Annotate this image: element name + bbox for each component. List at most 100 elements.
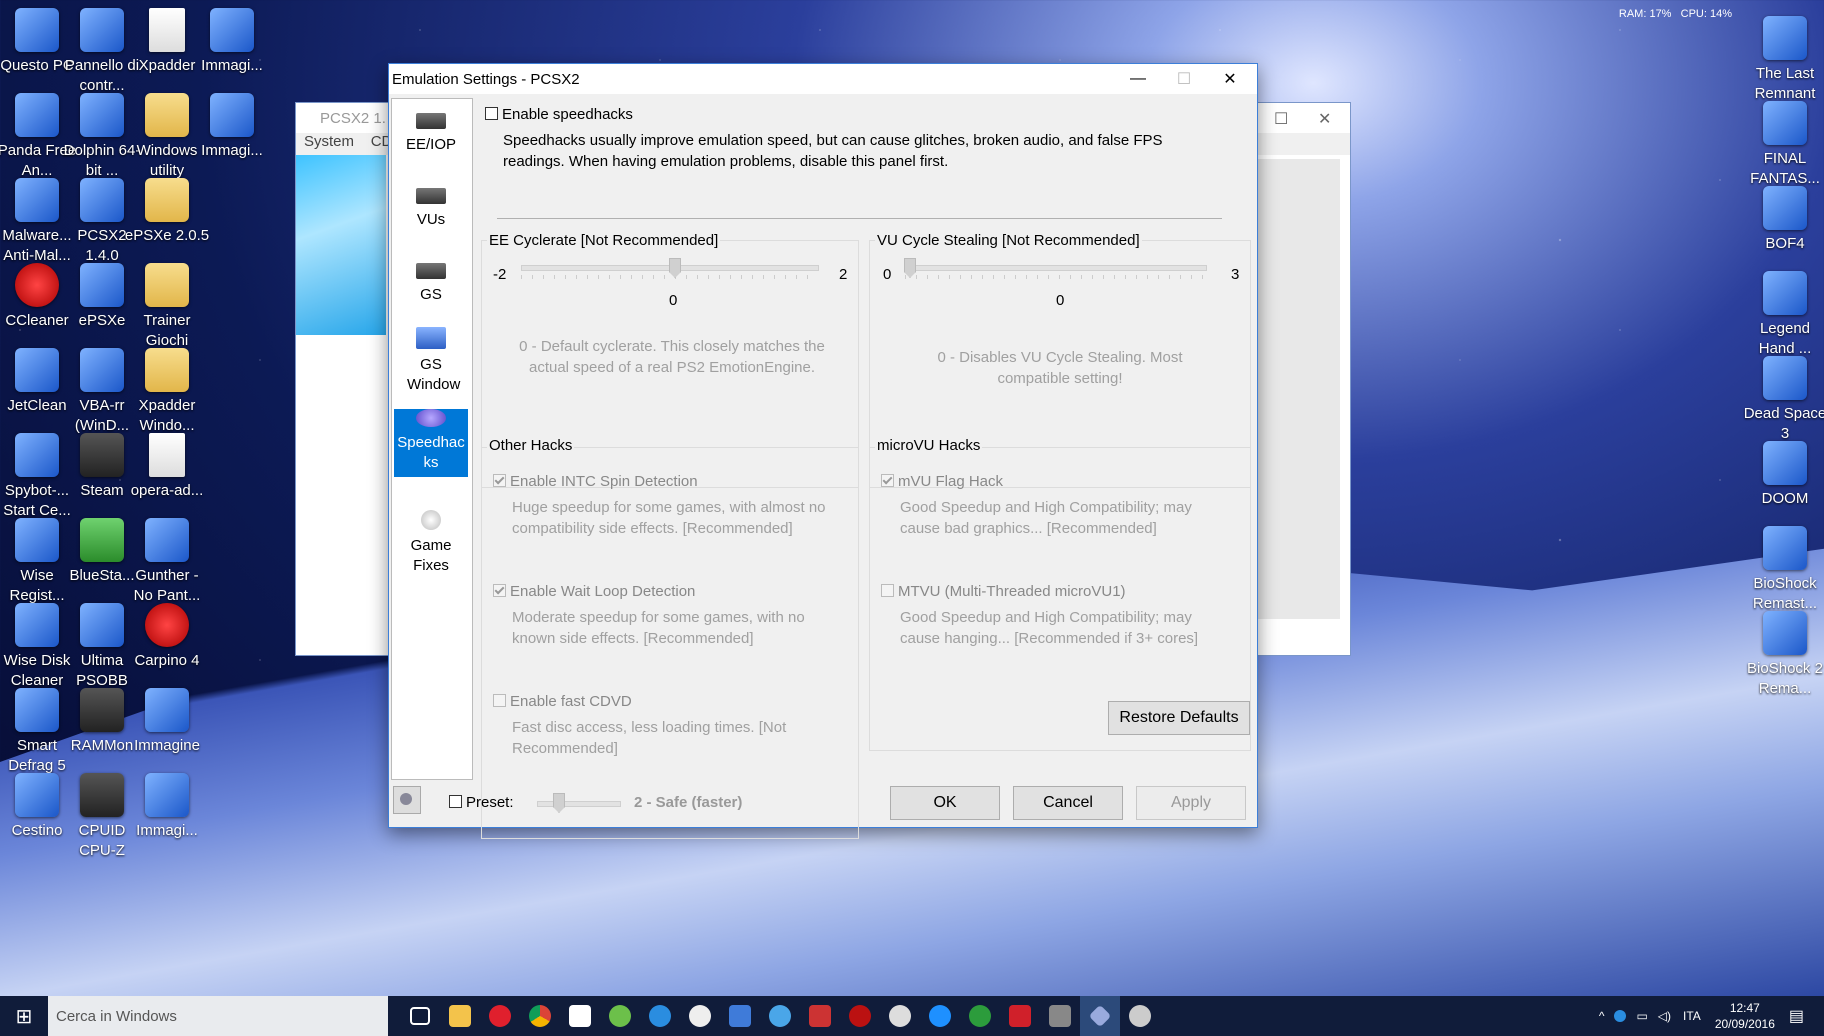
desktop-icon[interactable]: Immagi... [189, 85, 275, 161]
desktop-icon[interactable]: Carpino 4 [124, 595, 210, 671]
ee-iop-chip-icon [416, 113, 446, 129]
taskbar-app-blue[interactable] [720, 996, 760, 1036]
desktop-icon[interactable]: BOF4 [1742, 178, 1824, 254]
checkbox-box[interactable] [493, 474, 506, 487]
emulation-settings-dialog[interactable]: Emulation Settings - PCSX2 — ☐ ✕ EE/IOP … [388, 63, 1258, 839]
desktop-icon[interactable]: Immagine [124, 680, 210, 756]
app-icon [15, 773, 59, 817]
mtvu-description: Good Speedup and High Compatibility; may… [900, 609, 1199, 647]
taskbar-explorer[interactable] [440, 996, 480, 1036]
cancel-button[interactable]: Cancel [1013, 786, 1123, 820]
taskbar-app-ccleaner[interactable] [920, 996, 960, 1036]
search-box[interactable]: Cerca in Windows [48, 996, 388, 1036]
taskbar-store[interactable] [560, 996, 600, 1036]
taskbar-app-circle[interactable] [760, 996, 800, 1036]
desktop-icon[interactable]: Xpadder Windo... [124, 340, 210, 436]
vu-max-label: 3 [1231, 266, 1240, 283]
desktop-icon[interactable]: BioShock 2 Rema... [1742, 603, 1824, 699]
checkbox-box[interactable] [449, 795, 462, 808]
desktop-icon[interactable]: BioShock Remast... [1742, 518, 1824, 614]
screenshot-button[interactable] [393, 786, 421, 814]
taskbar-app-gray[interactable] [1040, 996, 1080, 1036]
start-button[interactable]: ⊞ [0, 996, 48, 1036]
mtvu-checkbox[interactable]: MTVU (Multi-Threaded microVU1) [881, 583, 1126, 600]
camera-icon [400, 793, 412, 805]
app-icon [145, 178, 189, 222]
sidebar-item-ee-iop[interactable]: EE/IOP [394, 107, 468, 155]
desktop-icon[interactable]: Immagi... [124, 765, 210, 841]
vu-min-label: 0 [883, 266, 892, 283]
sidebar-item-game-fixes[interactable]: Game Fixes [394, 504, 468, 576]
close-button[interactable]: ✕ [1207, 64, 1253, 94]
app-icon [1763, 101, 1807, 145]
taskbar-app-tools[interactable] [800, 996, 840, 1036]
sidebar-item-vus[interactable]: VUs [394, 182, 468, 230]
app-icon [80, 263, 124, 307]
desktop-icon[interactable]: Dead Space 3 [1742, 348, 1824, 444]
volume-icon[interactable]: ◁) [1658, 1009, 1671, 1023]
taskbar-pcsx2[interactable] [1120, 996, 1160, 1036]
network-icon[interactable]: ▭ [1636, 1009, 1647, 1023]
desktop-icon[interactable]: opera-ad... [124, 425, 210, 501]
menu-system[interactable]: System [304, 133, 354, 150]
language-indicator[interactable]: ITA [1683, 1009, 1701, 1023]
taskbar-pcsx2-settings[interactable] [1080, 996, 1120, 1036]
fast-cdvd-checkbox[interactable]: Enable fast CDVD [493, 693, 632, 710]
app-icon [15, 178, 59, 222]
desktop-icon[interactable]: Gunther - No Pant... [124, 510, 210, 606]
tray-app-icon[interactable] [1614, 1010, 1627, 1022]
ok-button[interactable]: OK [890, 786, 1000, 820]
taskbar-app-de[interactable] [880, 996, 920, 1036]
restore-defaults-button[interactable]: Restore Defaults [1108, 701, 1250, 735]
sidebar-item-gs[interactable]: GS [394, 257, 468, 305]
mvu-flag-checkbox[interactable]: mVU Flag Hack [881, 473, 1003, 490]
taskbar-chrome[interactable] [520, 996, 560, 1036]
minimize-button[interactable]: — [1115, 64, 1161, 94]
desktop-icon[interactable]: FINAL FANTAS... [1742, 93, 1824, 189]
sidebar-item-speedhacks[interactable]: Speedhac ks [394, 409, 468, 477]
enable-speedhacks-checkbox[interactable]: Enable speedhacks [485, 106, 633, 123]
monitor-icon [416, 327, 446, 349]
clock[interactable]: 12:47 20/09/2016 [1715, 1000, 1775, 1032]
taskbar-utorrent[interactable] [600, 996, 640, 1036]
checkbox-box[interactable] [485, 107, 498, 120]
desktop-icon[interactable]: DOOM [1742, 433, 1824, 509]
app-icon [145, 773, 189, 817]
sidebar-item-gs-window[interactable]: GS Window [394, 321, 468, 395]
maximize-button: ☐ [1161, 64, 1207, 94]
task-view-icon [410, 1007, 430, 1025]
app-icon [80, 93, 124, 137]
notifications-icon[interactable]: ▤ [1789, 1006, 1804, 1026]
chevron-up-icon[interactable]: ^ [1599, 1009, 1605, 1023]
vu-cycle-slider[interactable] [905, 265, 1207, 271]
maximize-icon[interactable]: ☐ [1274, 109, 1288, 129]
taskbar-app-red[interactable] [840, 996, 880, 1036]
wait-loop-checkbox[interactable]: Enable Wait Loop Detection [493, 583, 695, 600]
desktop-icon[interactable]: Immagi... [189, 0, 275, 76]
desktop-icon[interactable]: The Last Remnant [1742, 8, 1824, 104]
close-icon[interactable]: ✕ [1318, 109, 1331, 129]
ee-slider-ticks [521, 275, 817, 279]
app-icon [729, 1005, 751, 1027]
checkbox-box[interactable] [493, 584, 506, 597]
checkbox-box[interactable] [881, 474, 894, 487]
app-icon [769, 1005, 791, 1027]
checkbox-box[interactable] [493, 694, 506, 707]
app-icon [145, 603, 189, 647]
intc-spin-checkbox[interactable]: Enable INTC Spin Detection [493, 473, 698, 490]
desktop-icon-label: Carpino 4 [134, 652, 200, 669]
preset-checkbox[interactable]: Preset: [449, 794, 514, 811]
taskbar-app-flash[interactable] [1000, 996, 1040, 1036]
checkbox-label: Enable speedhacks [502, 106, 633, 123]
globe-icon [649, 1005, 671, 1027]
desktop-icon[interactable]: Trainer Giochi [124, 255, 210, 351]
task-view-button[interactable] [400, 996, 440, 1036]
taskbar-itunes[interactable] [680, 996, 720, 1036]
checkbox-box[interactable] [881, 584, 894, 597]
taskbar-app-globe[interactable] [640, 996, 680, 1036]
taskbar-app-u[interactable] [960, 996, 1000, 1036]
desktop-icon[interactable]: ePSXe 2.0.5 [124, 170, 210, 246]
desktop-icon[interactable]: Legend Hand ... [1742, 263, 1824, 359]
taskbar-opera[interactable] [480, 996, 520, 1036]
app-icon [80, 178, 124, 222]
